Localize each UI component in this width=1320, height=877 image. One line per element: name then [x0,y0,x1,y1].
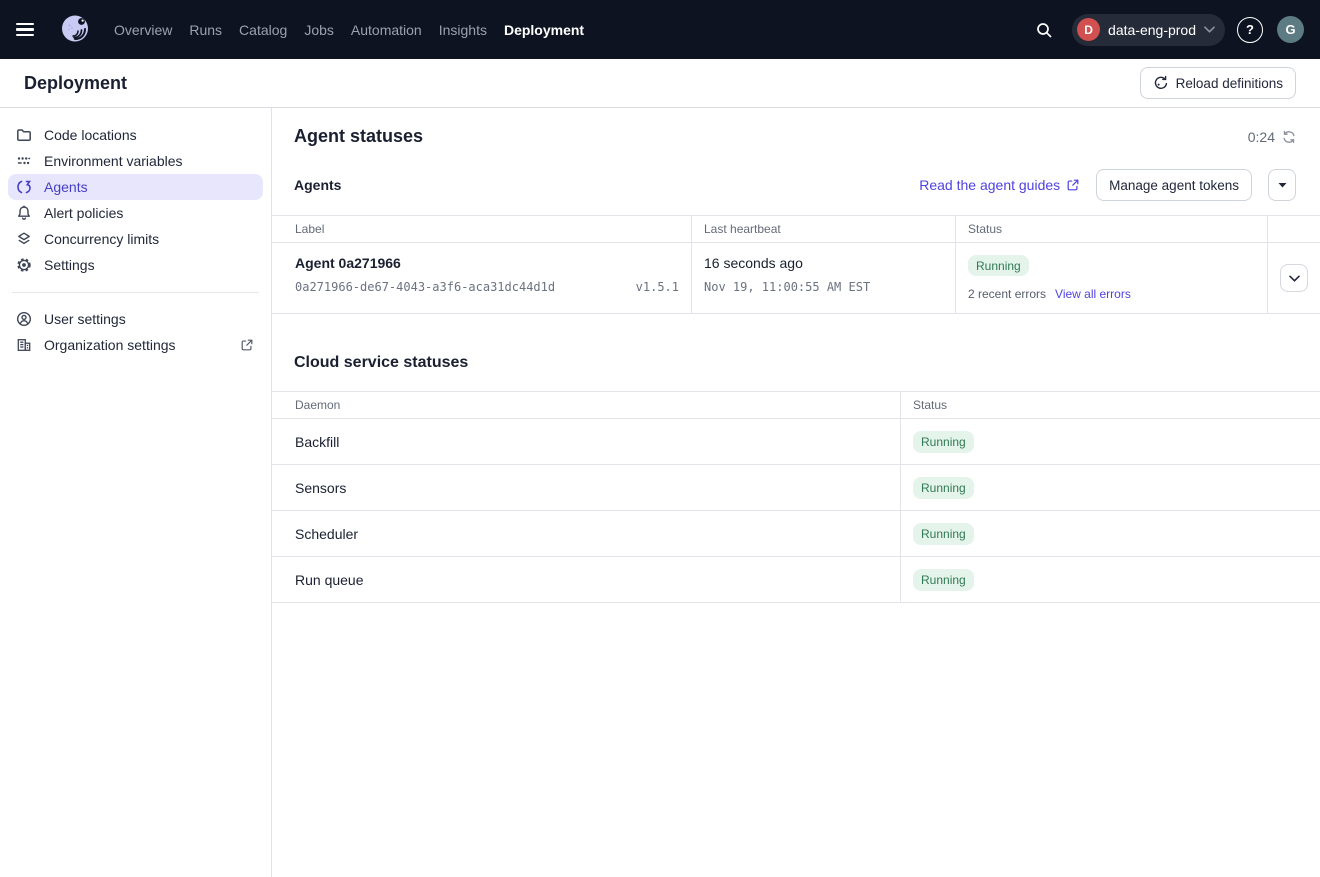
sidebar-item-label: Code locations [44,127,137,143]
sidebar-item-label: Alert policies [44,205,123,221]
cloud-service-statuses-title: Cloud service statuses [272,314,1320,391]
refresh-icon[interactable] [1282,130,1296,144]
refresh-countdown: 0:24 [1248,129,1296,145]
folder-icon [16,127,32,143]
top-nav: Overview Runs Catalog Jobs Automation In… [0,0,1320,59]
refresh-countdown-value: 0:24 [1248,129,1275,145]
gear-icon [16,257,32,273]
reload-definitions-label: Reload definitions [1176,76,1283,91]
help-icon[interactable]: ? [1237,17,1263,43]
agent-row-expander-button[interactable] [1280,264,1308,292]
cloud-services-table: Daemon Status Backfill Running Sensors R… [272,391,1320,603]
agent-actions-dropdown-button[interactable] [1268,169,1296,201]
column-header-last-heartbeat: Last heartbeat [692,216,956,242]
sidebar-divider [12,292,259,293]
page-header: Deployment Reload definitions [0,59,1320,108]
daemon-row-backfill: Backfill Running [272,419,1320,465]
nav-runs[interactable]: Runs [189,22,222,38]
agents-table-header: Label Last heartbeat Status [272,215,1320,243]
status-badge: Running [913,477,974,498]
main-content: Agent statuses 0:24 Agents [272,108,1320,877]
bell-icon [16,205,32,221]
daemon-row-run-queue: Run queue Running [272,557,1320,603]
environment-variables-icon [16,153,32,169]
agents-section-label: Agents [294,177,341,193]
sidebar-item-label: Agents [44,179,88,195]
heartbeat-relative: 16 seconds ago [704,255,943,271]
column-header-status: Status [901,392,1320,418]
sidebar-item-label: Organization settings [44,337,227,353]
nav-overview[interactable]: Overview [114,22,172,38]
dagster-logo-icon[interactable] [56,11,94,49]
nav-jobs[interactable]: Jobs [304,22,334,38]
nav-automation[interactable]: Automation [351,22,422,38]
deployment-name: data-eng-prod [1108,22,1196,38]
deployment-sidebar: Code locations Environment variables [0,108,272,877]
status-badge: Running [968,255,1029,276]
recent-errors-count: 2 recent errors [968,287,1046,301]
nav-deployment[interactable]: Deployment [504,22,584,38]
daemon-name: Backfill [272,419,901,464]
sidebar-item-agents[interactable]: Agents [8,174,263,200]
daemon-name: Sensors [272,465,901,510]
cloud-table-header: Daemon Status [272,391,1320,419]
sidebar-item-settings[interactable]: Settings [8,252,263,278]
column-header-status: Status [956,216,1268,242]
sidebar-item-code-locations[interactable]: Code locations [8,122,263,148]
status-badge: Running [913,523,974,544]
user-avatar[interactable]: G [1277,16,1304,43]
external-link-icon [239,337,255,353]
nav-catalog[interactable]: Catalog [239,22,287,38]
page-title: Deployment [24,73,127,94]
agent-statuses-title: Agent statuses [294,126,423,147]
chevron-down-icon [1289,275,1300,282]
column-header-expander [1268,216,1320,242]
column-header-label: Label [272,216,692,242]
organization-icon [16,337,32,353]
hamburger-menu-button[interactable] [16,16,44,44]
agents-icon [16,179,32,195]
layers-icon [16,231,32,247]
deployment-switcher[interactable]: D data-eng-prod [1072,14,1225,46]
sidebar-item-user-settings[interactable]: User settings [8,306,263,332]
sidebar-item-alert-policies[interactable]: Alert policies [8,200,263,226]
external-link-icon [1066,178,1080,192]
app: Overview Runs Catalog Jobs Automation In… [0,0,1320,877]
agent-id: 0a271966-de67-4043-a3f6-aca31dc44d1d [295,280,555,294]
agent-name: Agent 0a271966 [295,255,679,271]
nav-insights[interactable]: Insights [439,22,487,38]
agent-row: Agent 0a271966 0a271966-de67-4043-a3f6-a… [272,243,1320,314]
deployment-initial-badge: D [1077,18,1100,41]
user-circle-icon [16,311,32,327]
sidebar-item-organization-settings[interactable]: Organization settings [8,332,263,358]
heartbeat-timestamp: Nov 19, 11:00:55 AM EST [704,280,870,294]
daemon-name: Scheduler [272,511,901,556]
reload-icon [1153,75,1169,91]
primary-nav: Overview Runs Catalog Jobs Automation In… [114,22,584,38]
sidebar-item-concurrency-limits[interactable]: Concurrency limits [8,226,263,252]
status-badge: Running [913,431,974,452]
sidebar-item-label: User settings [44,311,126,327]
agent-guides-link-label: Read the agent guides [919,177,1060,193]
manage-agent-tokens-button[interactable]: Manage agent tokens [1096,169,1252,201]
daemon-name: Run queue [272,557,901,602]
daemon-row-scheduler: Scheduler Running [272,511,1320,557]
caret-down-icon [1278,182,1287,188]
column-header-daemon: Daemon [272,392,901,418]
chevron-down-icon [1204,26,1215,33]
sidebar-item-label: Concurrency limits [44,231,159,247]
status-badge: Running [913,569,974,590]
search-icon[interactable] [1028,14,1060,46]
reload-definitions-button[interactable]: Reload definitions [1140,67,1296,99]
sidebar-item-label: Settings [44,257,95,273]
view-all-errors-link[interactable]: View all errors [1055,287,1131,301]
sidebar-item-label: Environment variables [44,153,183,169]
agents-table: Label Last heartbeat Status Agent 0a2719… [272,215,1320,314]
daemon-row-sensors: Sensors Running [272,465,1320,511]
agent-version: v1.5.1 [636,280,679,294]
agent-guides-link[interactable]: Read the agent guides [919,177,1080,193]
sidebar-item-environment-variables[interactable]: Environment variables [8,148,263,174]
